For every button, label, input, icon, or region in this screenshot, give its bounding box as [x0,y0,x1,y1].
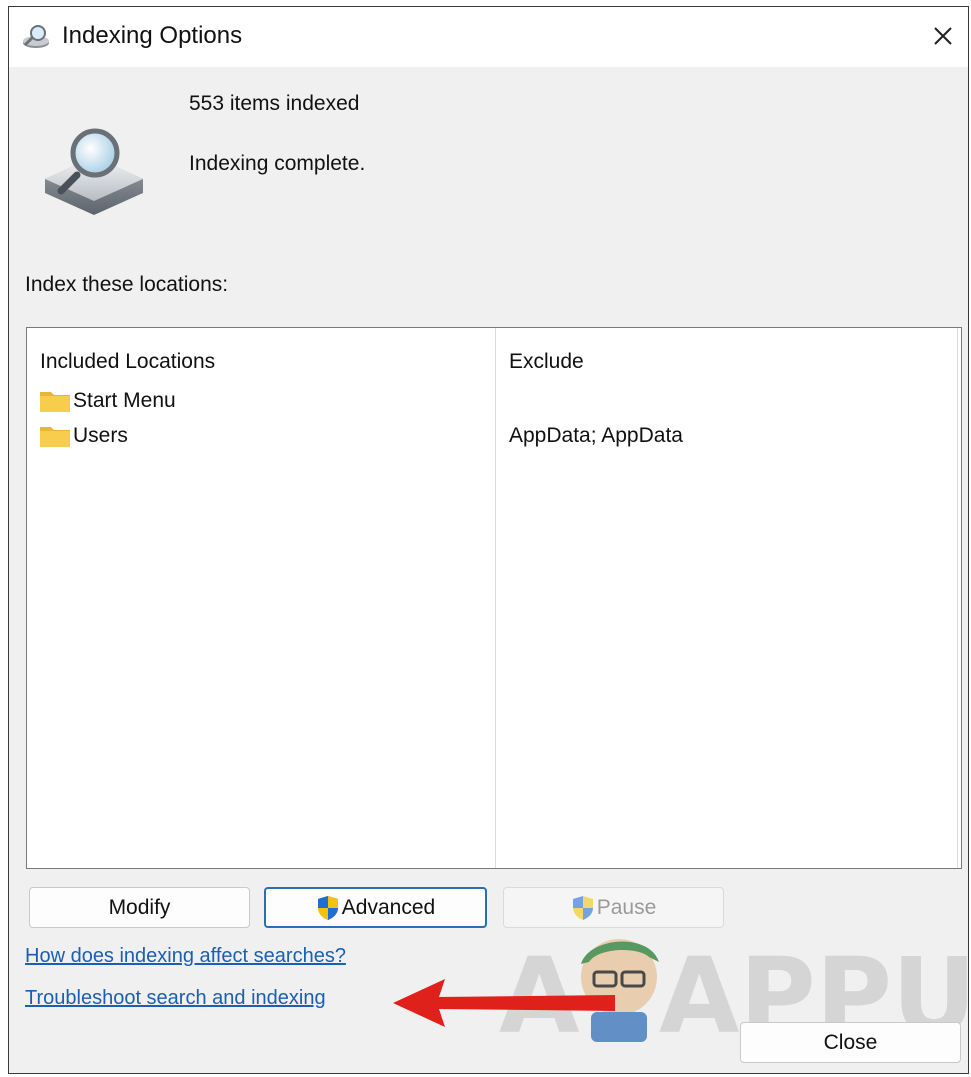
location-row-start-menu[interactable]: Start Menu [39,386,176,416]
modify-button-label: Modify [108,895,171,919]
svg-text:A: A [499,935,580,1042]
indexing-options-icon [23,25,49,48]
locations-list[interactable]: Included Locations Exclude Start Menu Us… [26,327,962,869]
uac-shield-icon [572,895,593,920]
pause-button[interactable]: Pause [503,887,724,928]
how-indexing-affects-searches-link[interactable]: How does indexing affect searches? [25,945,346,968]
close-icon[interactable] [926,19,960,53]
exclude-value: AppData; AppData [509,424,683,447]
window-title: Indexing Options [62,22,243,49]
indexing-options-window: Indexing Options 553 items indexed Index… [8,6,969,1074]
column-divider [495,328,496,868]
column-header-included[interactable]: Included Locations [40,350,215,374]
folder-icon [40,392,70,412]
advanced-button-label: Advanced [341,895,436,919]
advanced-button[interactable]: Advanced [264,887,487,928]
close-button[interactable]: Close [740,1022,961,1063]
troubleshoot-search-indexing-link[interactable]: Troubleshoot search and indexing [25,987,326,1010]
pause-button-label: Pause [596,895,657,919]
modify-button[interactable]: Modify [29,887,250,928]
indexing-status: Indexing complete. [189,152,366,175]
title-bar: Indexing Options [9,7,968,67]
index-drive-icon [45,128,143,215]
folder-icon [40,427,70,447]
items-indexed-count: 553 items indexed [189,92,360,115]
location-name: Start Menu [73,389,176,412]
column-divider [957,328,958,868]
annotation-arrow-icon [393,979,615,1027]
uac-shield-icon [317,895,338,920]
column-header-exclude[interactable]: Exclude [509,350,584,374]
locations-section-label: Index these locations: [25,273,229,296]
close-button-label: Close [823,1030,878,1054]
location-name: Users [73,424,128,447]
location-row-users[interactable]: Users [39,421,128,451]
